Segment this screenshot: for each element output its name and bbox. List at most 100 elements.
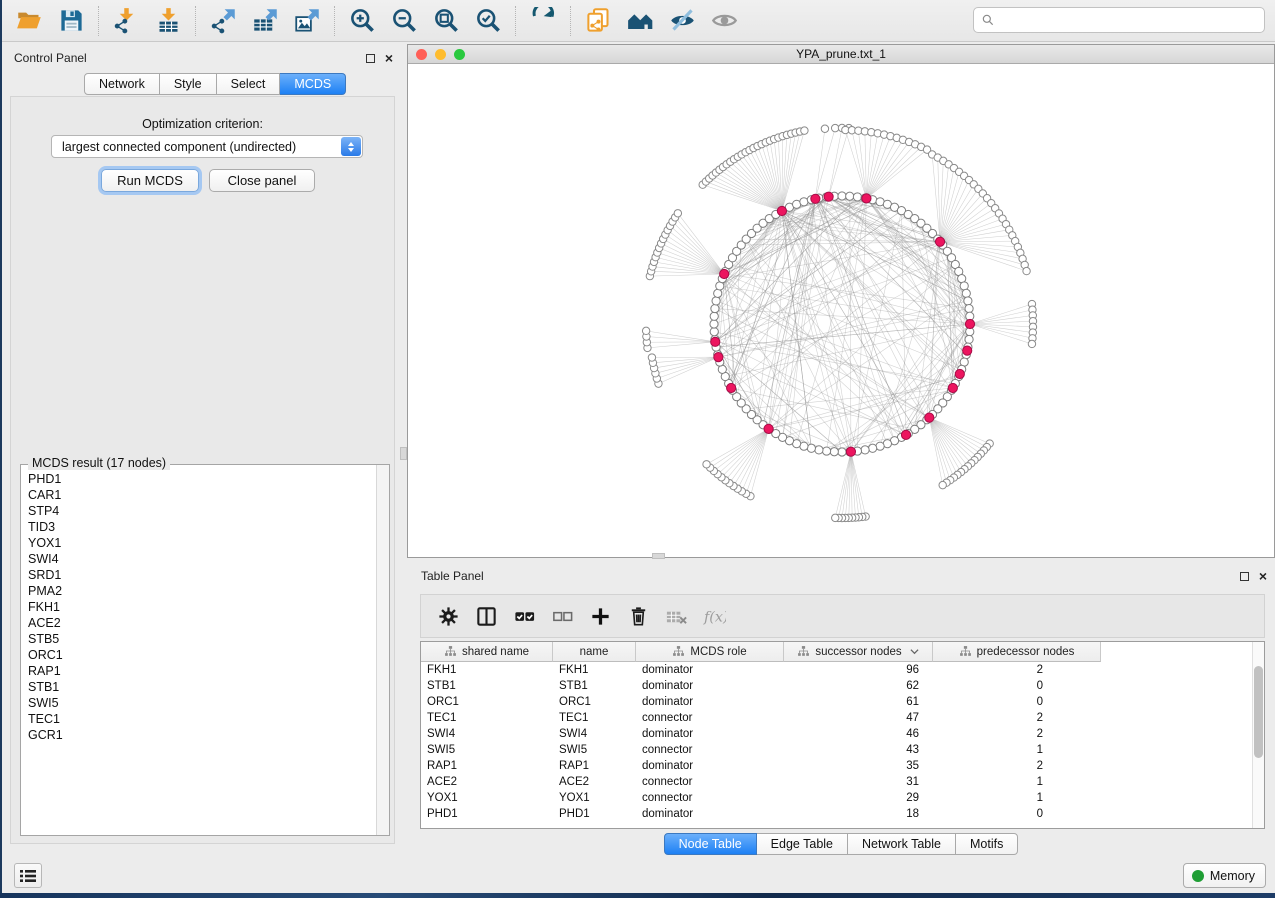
mcds-hub-node[interactable] xyxy=(711,337,720,346)
network-node[interactable] xyxy=(1023,267,1030,274)
table-row[interactable]: TEC1TEC1connector472 xyxy=(421,710,1264,726)
network-node[interactable] xyxy=(710,328,718,336)
run-mcds-button[interactable]: Run MCDS xyxy=(101,169,199,192)
panel-divider-grip[interactable] xyxy=(400,447,407,460)
float-panel-icon[interactable] xyxy=(366,54,375,63)
table-row[interactable]: PHD1PHD1dominator180 xyxy=(421,806,1264,822)
select-columns-checked-button[interactable] xyxy=(505,598,543,634)
mcds-result-item[interactable]: STB1 xyxy=(28,679,376,695)
network-node[interactable] xyxy=(801,127,808,134)
add-column-button[interactable] xyxy=(581,598,619,634)
mcds-result-item[interactable]: SWI4 xyxy=(28,551,376,567)
network-node[interactable] xyxy=(876,442,884,450)
mcds-result-item[interactable]: CAR1 xyxy=(28,487,376,503)
open-session-button[interactable] xyxy=(8,4,50,38)
tab-network[interactable]: Network xyxy=(84,73,160,95)
mcds-hub-node[interactable] xyxy=(862,194,871,203)
network-node[interactable] xyxy=(960,282,968,290)
table-row[interactable]: ACE2ACE2connector311 xyxy=(421,774,1264,790)
mcds-result-item[interactable]: SRD1 xyxy=(28,567,376,583)
tab-motifs[interactable]: Motifs xyxy=(956,833,1018,855)
mcds-hub-node[interactable] xyxy=(720,269,729,278)
export-network-button[interactable] xyxy=(202,4,244,38)
network-node[interactable] xyxy=(965,335,973,343)
tab-network-table[interactable]: Network Table xyxy=(848,833,956,855)
network-node[interactable] xyxy=(832,514,839,521)
save-session-button[interactable] xyxy=(50,4,92,38)
tab-select[interactable]: Select xyxy=(217,73,281,95)
column-header-shared-name[interactable]: shared name xyxy=(421,642,553,662)
mcds-hub-node[interactable] xyxy=(901,430,910,439)
table-row[interactable]: YOX1YOX1connector291 xyxy=(421,790,1264,806)
memory-button[interactable]: Memory xyxy=(1183,863,1266,888)
tab-node-table[interactable]: Node Table xyxy=(664,833,757,855)
column-header-name[interactable]: name xyxy=(553,642,636,662)
hide-selected-button[interactable] xyxy=(661,4,703,38)
select-columns-unchecked-button[interactable] xyxy=(543,598,581,634)
table-row[interactable]: RAP1RAP1dominator352 xyxy=(421,758,1264,774)
show-all-button[interactable] xyxy=(703,4,745,38)
zoom-out-button[interactable] xyxy=(383,4,425,38)
refresh-button[interactable] xyxy=(522,4,564,38)
mcds-hub-node[interactable] xyxy=(965,319,974,328)
network-node[interactable] xyxy=(853,193,861,201)
network-graph-canvas[interactable] xyxy=(408,64,1274,557)
network-node[interactable] xyxy=(831,124,838,131)
network-node[interactable] xyxy=(807,444,815,452)
mcds-result-item[interactable]: PHD1 xyxy=(28,471,376,487)
network-node[interactable] xyxy=(869,444,877,452)
network-node[interactable] xyxy=(815,446,823,454)
network-node[interactable] xyxy=(861,446,869,454)
column-header-predecessor-nodes[interactable]: predecessor nodes xyxy=(933,642,1101,662)
network-node[interactable] xyxy=(712,297,720,305)
mcds-result-item[interactable]: PMA2 xyxy=(28,583,376,599)
mcds-hub-node[interactable] xyxy=(824,192,833,201)
node-table[interactable]: shared namenameMCDS rolesuccessor nodesp… xyxy=(420,641,1265,829)
mcds-hub-node[interactable] xyxy=(811,194,820,203)
network-node[interactable] xyxy=(800,198,808,206)
delete-column-button[interactable] xyxy=(619,598,657,634)
mcds-hub-node[interactable] xyxy=(846,447,855,456)
network-node[interactable] xyxy=(830,448,838,456)
network-node[interactable] xyxy=(962,289,970,297)
show-panels-list-button[interactable] xyxy=(14,863,42,888)
close-table-panel-icon[interactable]: × xyxy=(1259,572,1267,581)
clone-network-button[interactable] xyxy=(577,4,619,38)
zoom-fit-button[interactable] xyxy=(425,4,467,38)
mcds-result-item[interactable]: FKH1 xyxy=(28,599,376,615)
network-window-titlebar[interactable]: YPA_prune.txt_1 xyxy=(408,45,1274,64)
network-node[interactable] xyxy=(714,289,722,297)
tab-mcds[interactable]: MCDS xyxy=(280,73,346,95)
network-node[interactable] xyxy=(821,125,828,132)
first-neighbors-button[interactable] xyxy=(619,4,661,38)
network-node[interactable] xyxy=(642,327,649,334)
import-network-button[interactable] xyxy=(105,4,147,38)
network-node[interactable] xyxy=(703,461,710,468)
network-node[interactable] xyxy=(846,192,854,200)
mcds-result-item[interactable]: RAP1 xyxy=(28,663,376,679)
table-row[interactable]: ORC1ORC1dominator610 xyxy=(421,694,1264,710)
network-node[interactable] xyxy=(674,210,681,217)
mcds-hub-node[interactable] xyxy=(935,237,944,246)
mcds-hub-node[interactable] xyxy=(777,206,786,215)
mcds-hub-node[interactable] xyxy=(714,353,723,362)
mcds-list-scrollbar[interactable] xyxy=(376,465,389,835)
criterion-dropdown[interactable]: largest connected component (undirected) xyxy=(51,135,363,158)
mcds-hub-node[interactable] xyxy=(955,369,964,378)
mcds-result-listbox[interactable]: PHD1CAR1STP4TID3YOX1SWI4SRD1PMA2FKH1ACE2… xyxy=(20,464,390,836)
column-header-successor-nodes[interactable]: successor nodes xyxy=(784,642,933,662)
table-row[interactable]: FKH1FKH1dominator962 xyxy=(421,662,1264,678)
split-columns-button[interactable] xyxy=(467,598,505,634)
network-node[interactable] xyxy=(822,447,830,455)
network-node[interactable] xyxy=(710,320,718,328)
close-panel-button[interactable]: Close panel xyxy=(209,169,315,192)
network-node[interactable] xyxy=(838,192,846,200)
close-panel-icon[interactable]: × xyxy=(385,54,393,63)
network-node[interactable] xyxy=(939,481,946,488)
network-node[interactable] xyxy=(964,297,972,305)
function-builder-button[interactable]: f(x) xyxy=(695,598,733,634)
table-row[interactable]: SWI4SWI4dominator462 xyxy=(421,726,1264,742)
table-scrollbar[interactable] xyxy=(1252,642,1264,828)
network-node[interactable] xyxy=(648,354,655,361)
table-row[interactable]: SWI5SWI5connector431 xyxy=(421,742,1264,758)
